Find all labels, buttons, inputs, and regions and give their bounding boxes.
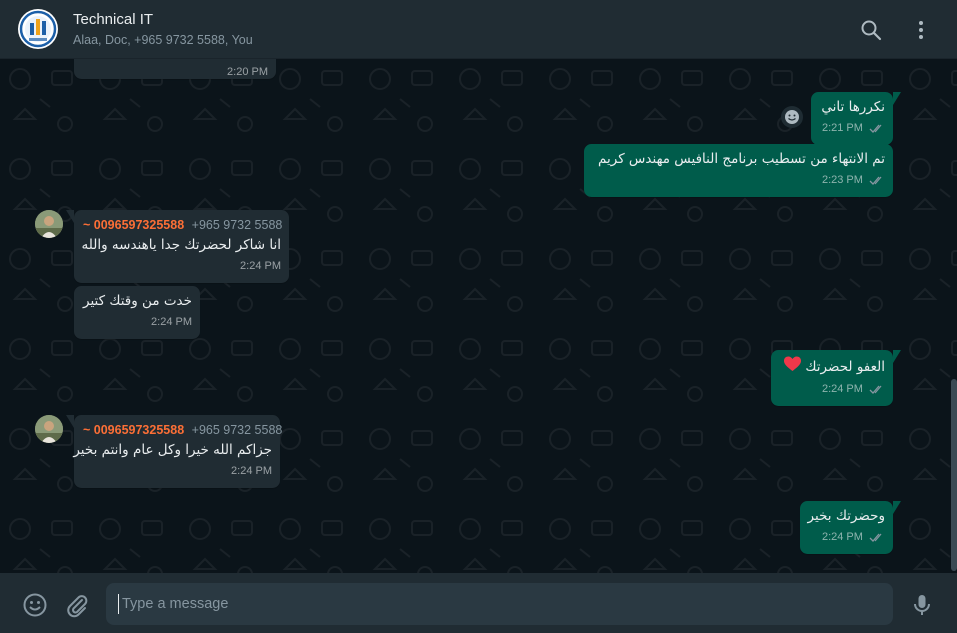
- sender-phone: +965 9732 5588: [191, 218, 283, 232]
- message-text: العفو لحضرتك: [805, 359, 885, 375]
- message-time: 2:24 PM: [821, 383, 863, 395]
- chat-header[interactable]: Technical IT Alaa, Doc, +965 9732 5588, …: [0, 0, 957, 59]
- message-bubble-incoming[interactable]: ~ 0096597325588 +965 9732 5588 انا شاكر …: [66, 210, 289, 283]
- sender-avatar[interactable]: [35, 415, 63, 443]
- message-bubble-outgoing[interactable]: العفو لحضرتك 2:24 PM: [771, 350, 901, 406]
- attach-icon[interactable]: [64, 592, 90, 618]
- chat-title[interactable]: Technical IT: [73, 11, 153, 28]
- search-icon[interactable]: [860, 19, 882, 41]
- message-time: 2:24 PM: [240, 260, 281, 272]
- message-time: 2:24 PM: [821, 531, 863, 543]
- scrollbar[interactable]: [951, 379, 957, 571]
- chat-participants[interactable]: Alaa, Doc, +965 9732 5588, You: [73, 33, 253, 47]
- message-bubble-incoming[interactable]: ~ 0096597325588 +965 9732 5588 جزاكم الل…: [66, 415, 283, 488]
- sender-name[interactable]: ~ 0096597325588: [83, 423, 184, 437]
- group-avatar[interactable]: [18, 9, 58, 49]
- message-bubble-incoming[interactable]: خدت من وقتك كتير 2:24 PM: [74, 286, 200, 339]
- delivered-ticks-icon: [869, 124, 882, 133]
- smiley-icon: [785, 110, 799, 124]
- bubble-tail: [893, 92, 901, 105]
- group-logo-icon: [19, 10, 57, 48]
- message-time: 2:24 PM: [231, 465, 272, 477]
- menu-icon[interactable]: [910, 19, 932, 41]
- person-photo-icon: [35, 210, 63, 238]
- message-bubble-outgoing[interactable]: وحضرتك بخير 2:24 PM: [800, 501, 901, 554]
- bubble-tail: [893, 350, 901, 363]
- message-text: نكررها تاني: [821, 99, 885, 115]
- bubble-tail: [66, 210, 74, 223]
- delivered-ticks-icon: [869, 176, 882, 185]
- sender-phone: +965 9732 5588: [191, 423, 283, 437]
- text-caret: [118, 594, 119, 614]
- message-input[interactable]: [106, 583, 893, 625]
- message-text: انا شاكر لحضرتك جدا ياهندسه والله: [81, 237, 281, 253]
- message-input-box[interactable]: [106, 583, 893, 625]
- message-bubble-outgoing[interactable]: تم الانتهاء من تسطيب برنامج النافيس مهند…: [584, 144, 893, 197]
- message-bubble-incoming[interactable]: 2:20 PM: [74, 59, 276, 79]
- delivered-ticks-icon: [869, 533, 882, 542]
- message-time: 2:20 PM: [227, 66, 268, 78]
- mic-icon[interactable]: [909, 592, 935, 618]
- react-emoji-button[interactable]: [781, 106, 803, 128]
- message-bubble-outgoing[interactable]: نكررها تاني 2:21 PM: [811, 92, 901, 145]
- message-text: تم الانتهاء من تسطيب برنامج النافيس مهند…: [598, 151, 885, 167]
- message-time: 2:23 PM: [821, 174, 863, 186]
- message-list[interactable]: 2:20 PM نكررها تاني 2:21 PM تم الانتهاء …: [0, 59, 957, 573]
- emoji-icon[interactable]: [22, 592, 48, 618]
- bubble-tail: [66, 415, 74, 428]
- heart-emoji-icon: [784, 356, 802, 378]
- sender-avatar[interactable]: [35, 210, 63, 238]
- message-text: وحضرتك بخير: [807, 508, 885, 524]
- message-time: 2:24 PM: [151, 316, 192, 328]
- message-text: جزاكم الله خيرا وكل عام وانتم بخير: [73, 442, 272, 458]
- message-time: 2:21 PM: [821, 122, 863, 134]
- delivered-ticks-icon: [869, 385, 882, 394]
- message-text: خدت من وقتك كتير: [83, 293, 192, 309]
- sender-name[interactable]: ~ 0096597325588: [83, 218, 184, 232]
- person-photo-icon: [35, 415, 63, 443]
- bubble-tail: [893, 501, 901, 514]
